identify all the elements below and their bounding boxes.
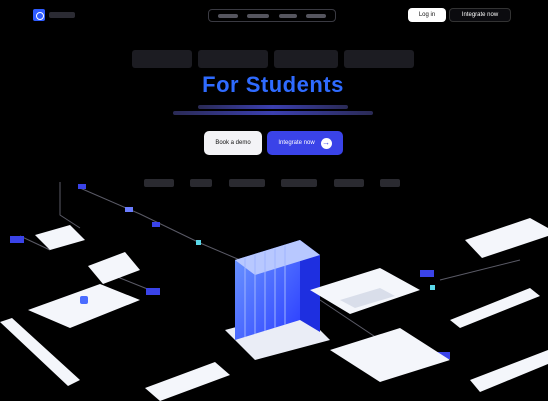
nav-links bbox=[208, 9, 336, 22]
arrow-right-icon: → bbox=[320, 137, 332, 149]
hero-headline bbox=[130, 48, 416, 70]
hero-subheadline: For Students bbox=[202, 72, 344, 97]
login-button[interactable]: Log in bbox=[408, 8, 446, 22]
hero-illustration bbox=[0, 182, 548, 401]
integrate-now-label: Integrate now bbox=[278, 140, 315, 146]
nav-link[interactable] bbox=[278, 13, 297, 18]
integrate-now-button[interactable]: Integrate now → bbox=[267, 131, 343, 155]
logo-icon bbox=[33, 9, 45, 21]
integrate-now-nav-button[interactable]: Integrate now bbox=[449, 8, 511, 22]
hero-description bbox=[170, 103, 376, 119]
nav-link[interactable] bbox=[306, 13, 327, 18]
nav-link[interactable] bbox=[247, 13, 270, 18]
nav-link[interactable] bbox=[217, 13, 238, 18]
logo[interactable] bbox=[33, 9, 79, 21]
book-demo-button[interactable]: Book a demo bbox=[204, 131, 262, 155]
logo-wordmark bbox=[49, 12, 75, 18]
